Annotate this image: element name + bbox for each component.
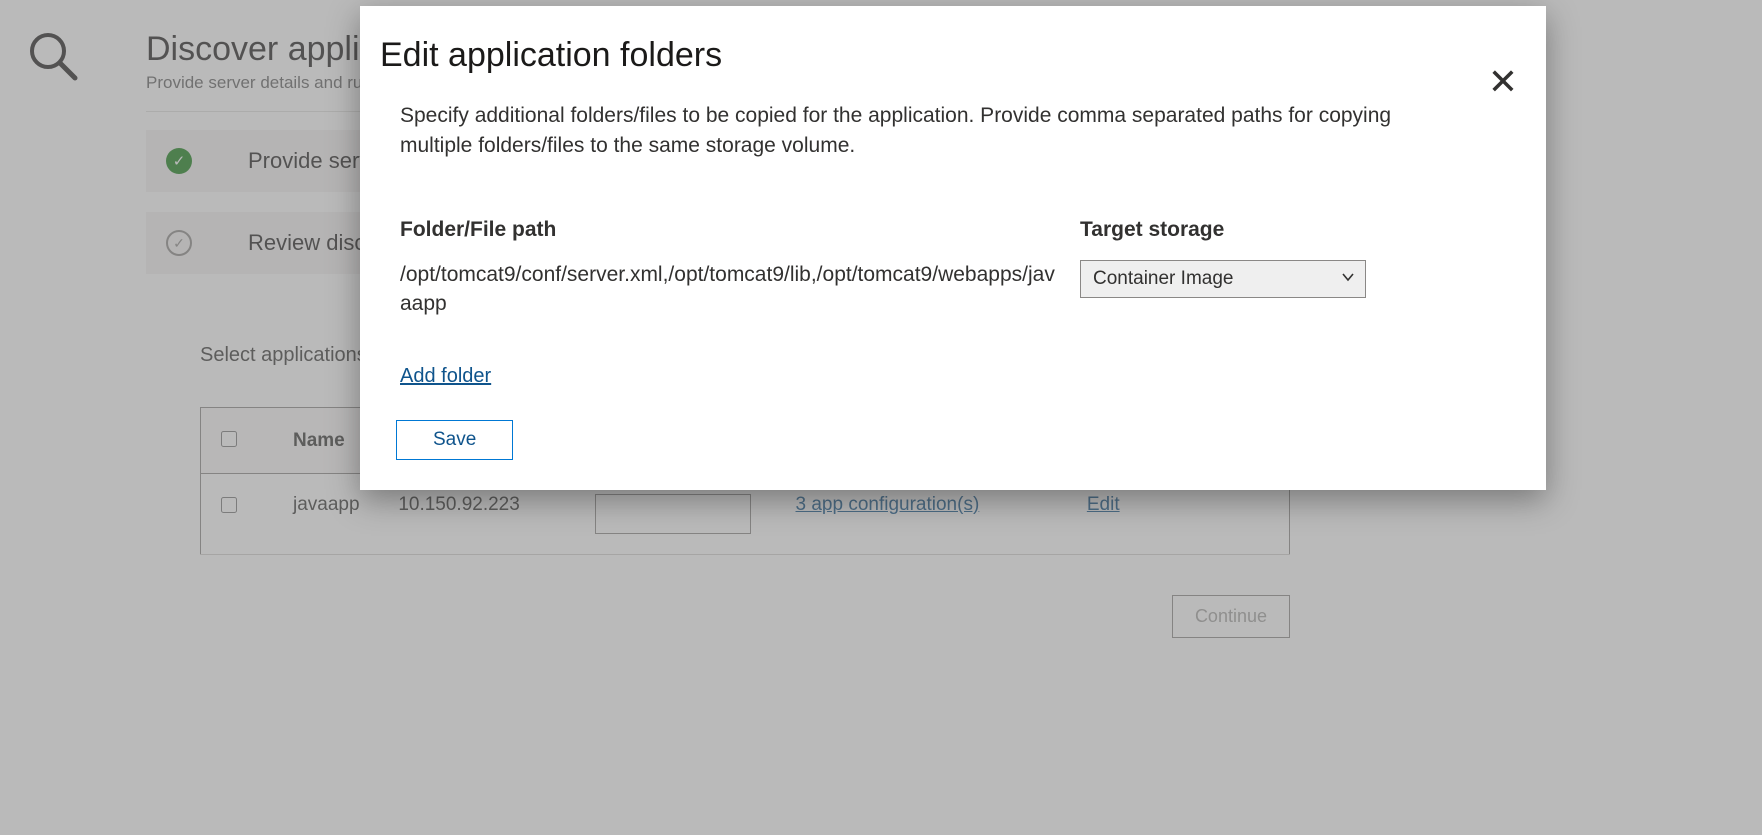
modal-form-row: Folder/File path /opt/tomcat9/conf/serve… bbox=[400, 218, 1506, 319]
folder-path-column: Folder/File path /opt/tomcat9/conf/serve… bbox=[400, 218, 1060, 319]
target-storage-select[interactable]: Container Image bbox=[1080, 260, 1366, 298]
modal-description: Specify additional folders/files to be c… bbox=[400, 101, 1460, 162]
target-storage-label: Target storage bbox=[1080, 218, 1380, 242]
save-button[interactable]: Save bbox=[396, 420, 513, 460]
target-storage-column: Target storage Container Image bbox=[1080, 218, 1380, 319]
folder-path-value: /opt/tomcat9/conf/server.xml,/opt/tomcat… bbox=[400, 260, 1060, 319]
folder-path-label: Folder/File path bbox=[400, 218, 1060, 242]
close-icon[interactable]: ✕ bbox=[1488, 64, 1518, 100]
chevron-down-icon bbox=[1341, 268, 1355, 290]
target-storage-value: Container Image bbox=[1093, 268, 1233, 290]
add-folder-link[interactable]: Add folder bbox=[400, 365, 491, 388]
edit-folders-modal: ✕ Edit application folders Specify addit… bbox=[360, 6, 1546, 490]
modal-title: Edit application folders bbox=[380, 36, 1506, 75]
